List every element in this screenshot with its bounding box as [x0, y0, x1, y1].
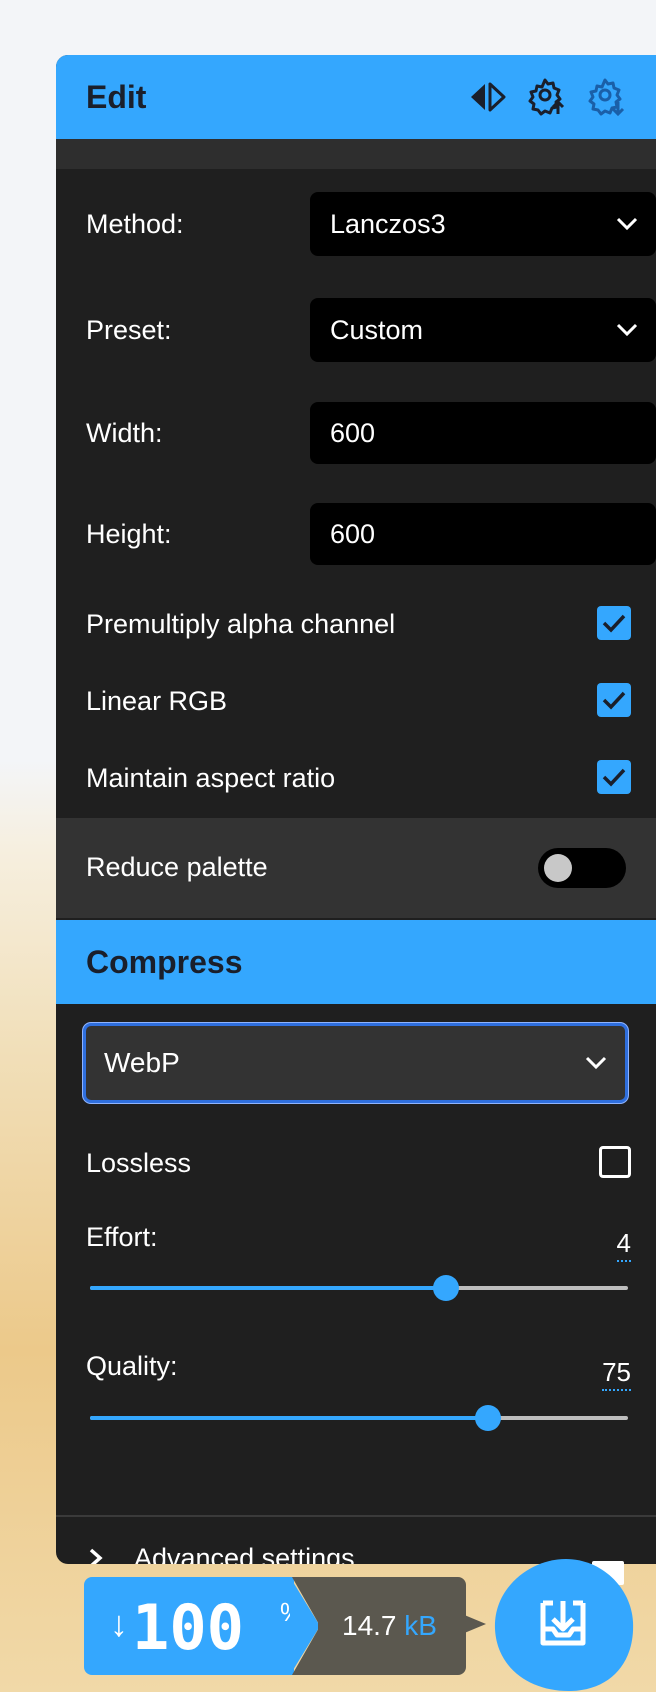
checkmark-icon	[602, 614, 626, 633]
height-row: Height: 600	[86, 503, 656, 565]
lossless-row: Lossless	[86, 1145, 631, 1181]
preset-label: Preset:	[86, 315, 172, 345]
chevron-down-icon	[616, 217, 638, 231]
method-select[interactable]: Lanczos3	[310, 192, 656, 256]
width-row: Width: 600	[86, 402, 656, 464]
quality-row: Quality: 75	[86, 1351, 631, 1391]
compress-title: Compress	[86, 943, 243, 980]
quality-slider[interactable]	[90, 1405, 628, 1431]
checkmark-icon	[602, 768, 626, 787]
quality-slider-fill	[90, 1416, 488, 1420]
down-arrow-icon: ↓	[110, 1603, 128, 1644]
edit-title: Edit	[86, 78, 147, 115]
maintain-aspect-checkbox[interactable]	[597, 760, 631, 794]
height-value: 600	[330, 518, 376, 549]
quality-slider-thumb[interactable]	[475, 1405, 501, 1431]
lossless-checkbox[interactable]	[599, 1146, 631, 1178]
linear-rgb-row: Linear RGB	[86, 683, 631, 719]
width-label: Width:	[86, 418, 163, 448]
premultiply-row: Premultiply alpha channel	[86, 606, 631, 642]
preset-value: Custom	[330, 314, 424, 345]
effort-value[interactable]: 4	[616, 1228, 631, 1262]
checkmark-icon	[602, 691, 626, 710]
file-size-box: 14.7 kB	[318, 1577, 466, 1675]
preset-row: Preset: Custom	[86, 298, 656, 362]
reduce-palette-row: Reduce palette	[56, 818, 656, 918]
advanced-settings-toggle[interactable]: Advanced settings	[86, 1533, 355, 1564]
file-size-value: 14.7	[342, 1610, 397, 1641]
file-size-unit: kB	[404, 1610, 437, 1641]
method-value: Lanczos3	[330, 208, 446, 239]
compare-icon[interactable]	[466, 76, 508, 118]
divider	[56, 1515, 656, 1517]
lossless-label: Lossless	[86, 1148, 192, 1178]
download-button[interactable]	[491, 1557, 637, 1692]
maintain-aspect-label: Maintain aspect ratio	[86, 763, 336, 793]
size-percent: 100	[132, 1591, 244, 1664]
chevron-right-icon	[89, 1548, 103, 1564]
edit-header-strip	[56, 139, 656, 169]
method-label: Method:	[86, 209, 184, 239]
height-input[interactable]: 600	[310, 503, 656, 565]
linear-rgb-checkbox[interactable]	[597, 683, 631, 717]
export-settings-icon[interactable]	[586, 76, 628, 118]
size-box-pointer	[462, 1614, 486, 1634]
chevron-down-icon	[616, 323, 638, 337]
effort-slider-fill	[90, 1286, 446, 1290]
effort-slider[interactable]	[90, 1275, 628, 1301]
quality-label: Quality:	[86, 1351, 178, 1381]
width-value: 600	[330, 417, 376, 448]
size-box-notch	[292, 1577, 322, 1675]
maintain-aspect-row: Maintain aspect ratio	[86, 760, 631, 796]
width-input[interactable]: 600	[310, 402, 656, 464]
size-reduction-badge: ↓ 100 %	[84, 1577, 303, 1675]
codec-value: WebP	[104, 1047, 180, 1078]
effort-label: Effort:	[86, 1222, 158, 1252]
chevron-down-icon	[585, 1056, 607, 1070]
advanced-settings-label: Advanced settings	[134, 1542, 355, 1565]
import-settings-icon[interactable]	[526, 76, 568, 118]
method-row: Method: Lanczos3	[86, 192, 656, 256]
compress-header: Compress	[56, 920, 656, 1004]
reduce-palette-label: Reduce palette	[86, 852, 268, 882]
quality-value[interactable]: 75	[602, 1357, 631, 1391]
options-panel: Edit Method: Lanczos3 Preset: Custom Wid…	[56, 55, 656, 1564]
reduce-palette-toggle[interactable]	[538, 848, 626, 888]
effort-slider-thumb[interactable]	[433, 1275, 459, 1301]
premultiply-label: Premultiply alpha channel	[86, 609, 396, 639]
edit-header: Edit	[56, 55, 656, 139]
toggle-knob	[544, 854, 572, 882]
preset-select[interactable]: Custom	[310, 298, 656, 362]
effort-row: Effort: 4	[86, 1222, 631, 1262]
premultiply-checkbox[interactable]	[597, 606, 631, 640]
linear-rgb-label: Linear RGB	[86, 686, 228, 716]
codec-select[interactable]: WebP	[83, 1023, 628, 1103]
file-size-text: 14.7 kB	[342, 1610, 437, 1642]
height-label: Height:	[86, 519, 172, 549]
